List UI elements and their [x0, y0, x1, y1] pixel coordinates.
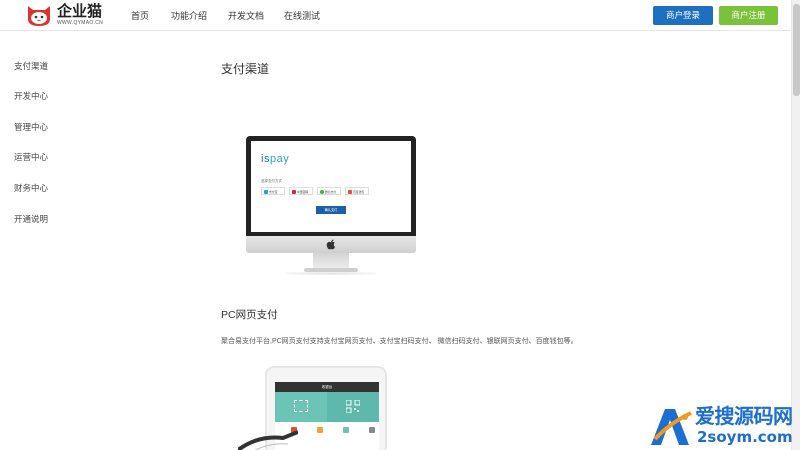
alipay-icon [264, 190, 268, 194]
unionpay-icon [292, 190, 296, 194]
top-header: 企业猫 WWW.QYMAO.CN 首页 功能介绍 开发文档 在线测试 商户登录 … [0, 0, 800, 31]
sidebar-item-payment-channels[interactable]: 支付渠道 [14, 60, 48, 72]
monitor-screen: ispay 选择支付方式 支付宝 中国银联 微信支付 百度钱包 确认支付 [251, 141, 411, 232]
pay-option-label: 支付宝 [269, 190, 278, 194]
scan-tile [275, 392, 327, 422]
imac-illustration: ispay 选择支付方式 支付宝 中国银联 微信支付 百度钱包 确认支付 [246, 136, 416, 276]
tablet-star-icon [317, 427, 323, 433]
scrollbar-thumb[interactable] [793, 4, 800, 96]
pc-web-payment-title: PC网页支付 [221, 309, 278, 321]
sidebar-item-activation-guide[interactable]: 开通说明 [14, 213, 48, 225]
merchant-login-button[interactable]: 商户登录 [653, 6, 713, 25]
pen-illustration [238, 430, 298, 450]
watermark-en-text: 2soym.com [697, 428, 793, 446]
baidu-wallet-icon [348, 190, 352, 194]
sidebar-item-operations-center[interactable]: 运营中心 [14, 151, 48, 163]
select-payment-label: 选择支付方式 [261, 179, 282, 183]
pay-option-label: 微信支付 [325, 190, 337, 194]
nav-home[interactable]: 首页 [131, 10, 149, 22]
scan-icon [294, 400, 308, 412]
page-title: 支付渠道 [221, 62, 270, 76]
tablet-title-bar: 收银台 [275, 382, 379, 392]
nav-docs[interactable]: 开发文档 [228, 10, 264, 22]
tablet-app-icon [343, 427, 349, 433]
pc-web-payment-description: 聚合易支付平台,PC网页支付支持支付宝网页支付、支付宝扫码支付、 微信扫码支付、… [221, 338, 578, 345]
qrcode-tile [327, 392, 379, 422]
nav-features[interactable]: 功能介绍 [171, 10, 207, 22]
merchant-register-button[interactable]: 商户注册 [719, 6, 778, 25]
watermark-logo-icon [651, 409, 692, 445]
monitor-stand [313, 253, 349, 269]
sidebar-item-dev-center[interactable]: 开发中心 [14, 90, 48, 102]
sidebar-item-finance-center[interactable]: 财务中心 [14, 182, 48, 194]
qrcode-icon [346, 400, 360, 413]
wechat-icon [320, 190, 324, 194]
brand-prefix: is [261, 153, 270, 165]
pay-option-wechat: 微信支付 [317, 187, 341, 195]
pay-option-alipay: 支付宝 [261, 187, 285, 195]
pay-option-label: 中国银联 [297, 190, 309, 194]
logo-domain: WWW.QYMAO.CN [57, 20, 104, 26]
pay-option-unionpay: 中国银联 [289, 187, 313, 195]
logo-text: 企业猫 [57, 2, 103, 20]
pay-option-baidu-wallet: 百度钱包 [345, 187, 369, 195]
ispay-brand: ispay [261, 153, 289, 165]
watermark: 爱搜源码网 2soym.com [645, 403, 800, 450]
watermark-cn-text: 爱搜源码网 [695, 404, 793, 428]
tablet-tool-icon [369, 427, 375, 433]
apple-logo-icon [326, 239, 335, 250]
monitor-frame: ispay 选择支付方式 支付宝 中国银联 微信支付 百度钱包 确认支付 [246, 136, 416, 236]
pay-option-label: 百度钱包 [353, 190, 365, 194]
confirm-payment-button: 确认支付 [316, 206, 346, 214]
sidebar-item-management-center[interactable]: 管理中心 [14, 121, 48, 133]
nav-online-test[interactable]: 在线测试 [284, 10, 320, 22]
brand-suffix: pay [269, 153, 290, 165]
site-logo[interactable]: 企业猫 WWW.QYMAO.CN [26, 3, 106, 29]
cat-logo-icon [28, 6, 50, 26]
monitor-shadow [286, 272, 376, 275]
page-scrollbar[interactable] [791, 0, 800, 450]
